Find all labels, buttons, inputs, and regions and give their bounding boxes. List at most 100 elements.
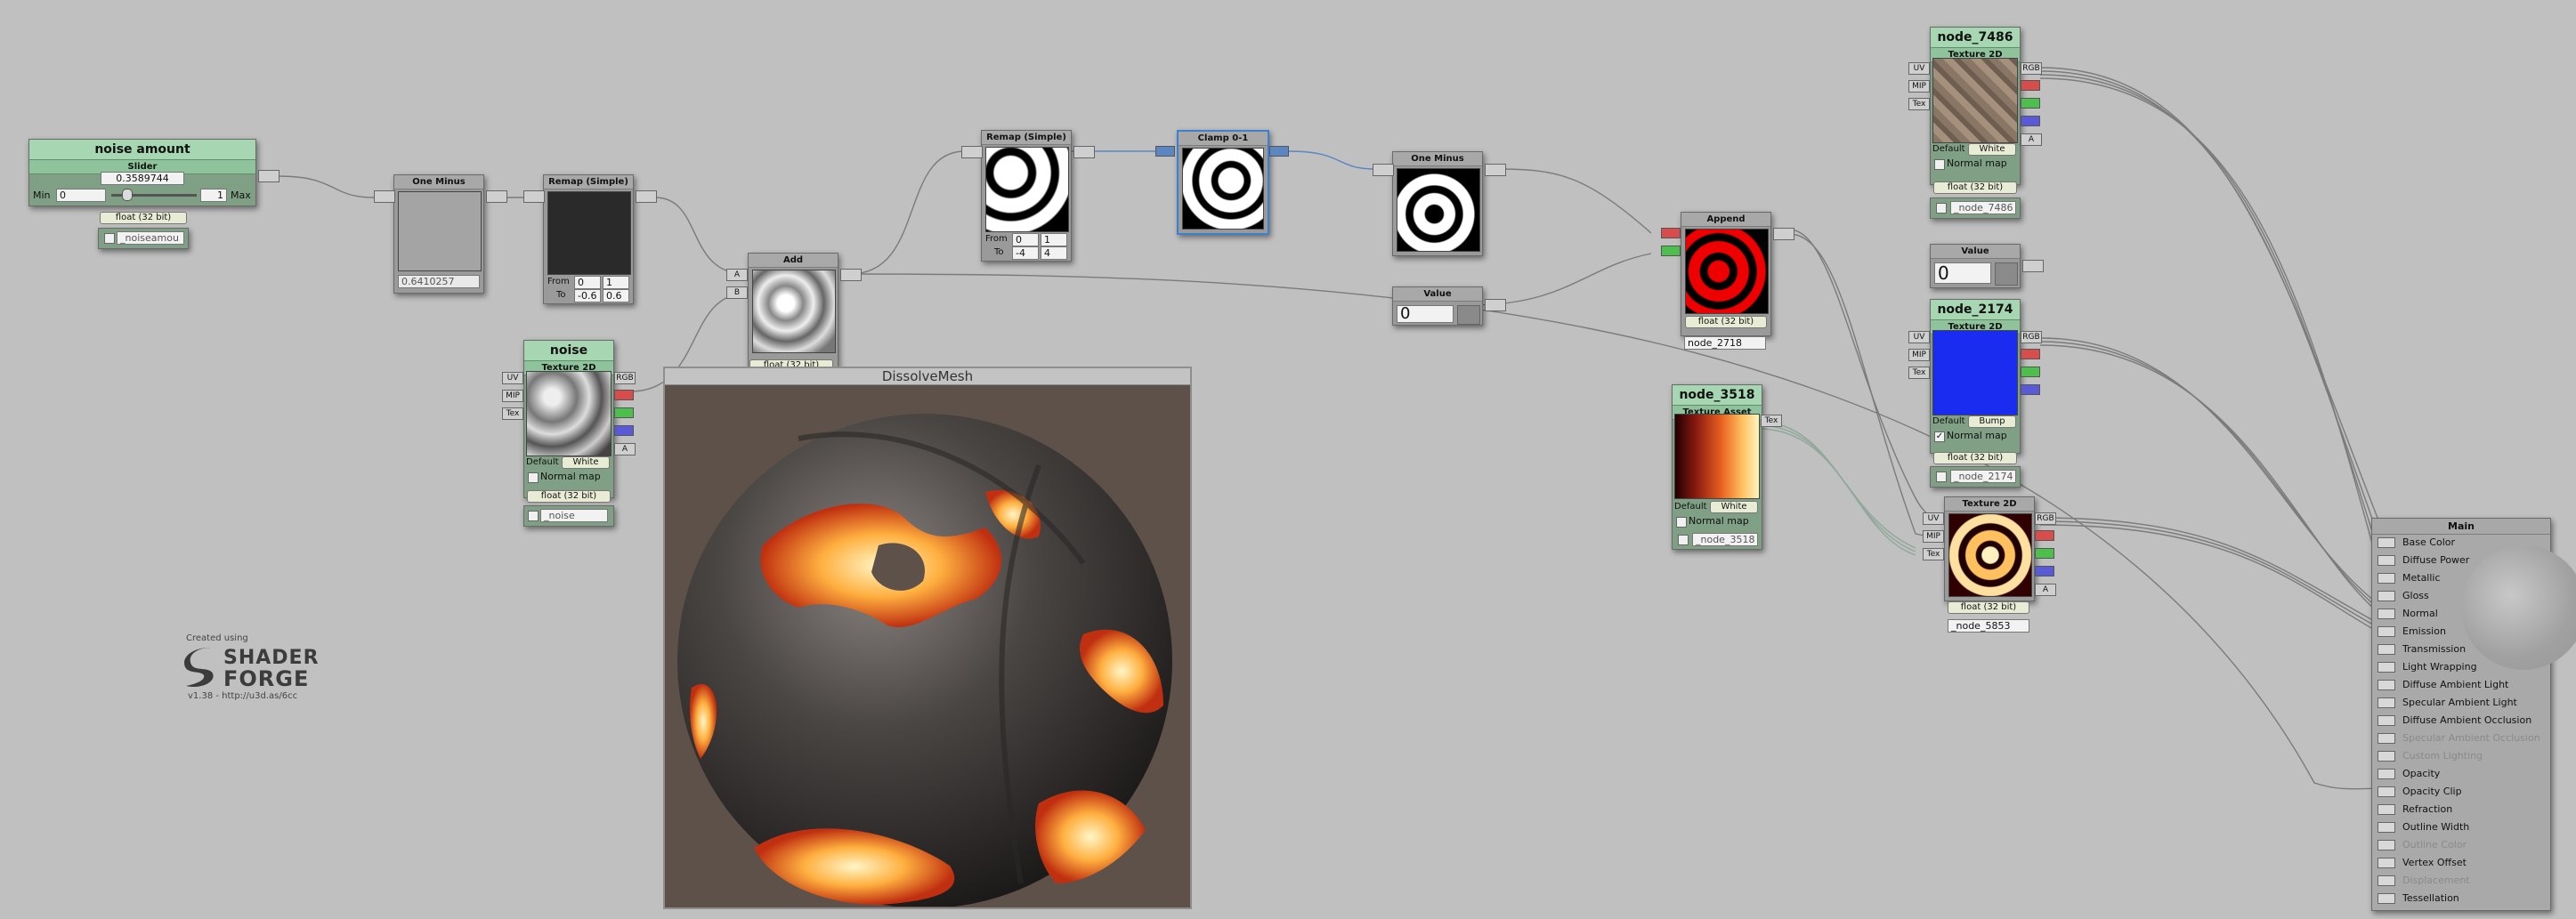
main-input-port[interactable] [2378,804,2395,815]
to-a-field[interactable]: -0.6 [574,289,601,302]
main-input-port[interactable] [2378,537,2395,548]
expose-checkbox[interactable] [528,511,539,521]
main-input-row[interactable]: Light Wrapping [2372,659,2548,675]
normal-map-checkbox[interactable]: ✓ [1934,431,1945,442]
main-input-row[interactable]: Outline Width [2372,819,2548,835]
from-b-field[interactable]: 1 [603,276,629,289]
precision-dropdown[interactable]: float (32 bit) [1933,181,2017,194]
max-value-field[interactable]: 1 [200,189,227,202]
main-input-row[interactable]: Emission [2372,624,2548,640]
from-a-field[interactable]: 0 [574,276,601,289]
value-field[interactable]: 0 [1934,262,1991,284]
noise-texture-node[interactable]: noise Texture 2D Default White Normal ma… [523,340,614,498]
g-port[interactable] [2035,548,2054,559]
input-port[interactable] [374,190,395,203]
normal-map-checkbox[interactable] [1934,159,1945,170]
preview-sphere[interactable] [665,385,1190,908]
main-input-port[interactable] [2378,573,2395,584]
main-input-port[interactable] [2378,697,2395,708]
input-port[interactable] [1155,146,1175,157]
a-port[interactable]: A [614,443,636,455]
append-node[interactable]: Append float (32 bit) [1681,212,1771,336]
main-input-row[interactable]: Displacement [2372,873,2548,889]
uv-port[interactable]: UV [1908,331,1930,343]
main-input-port[interactable] [2378,733,2395,744]
main-input-row[interactable]: Base Color [2372,535,2548,551]
main-input-port[interactable] [2378,591,2395,601]
normal-map-checkbox[interactable] [528,472,539,483]
uv-port[interactable]: UV [502,372,523,384]
main-input-port[interactable] [2378,555,2395,566]
main-input-row[interactable]: Tessellation [2372,891,2548,907]
texture-2d-node-5853[interactable]: Texture 2D [1944,496,2035,601]
main-input-row[interactable]: Opacity Clip [2372,784,2548,800]
mip-port[interactable]: MIP [1923,530,1944,543]
value-node-2[interactable]: Value 0 [1930,244,2021,288]
main-input-port[interactable] [2378,715,2395,726]
precision-dropdown[interactable]: float (32 bit) [100,212,187,224]
default-dropdown[interactable]: White [1968,143,2016,156]
g-port[interactable] [2021,367,2040,377]
input-port[interactable] [523,190,545,203]
g-port[interactable] [614,407,634,418]
remap-node[interactable]: Remap (Simple) From 0 1 To -0.6 0.6 [543,174,634,304]
tex-port[interactable]: Tex [1908,98,1930,110]
precision-dropdown[interactable]: float (32 bit) [527,490,611,503]
texture-asset-node[interactable]: node_3518 Texture Asset Default White No… [1672,384,1762,550]
uv-port[interactable]: UV [1923,512,1944,525]
rgb-port[interactable]: RGB [614,372,636,384]
precision-dropdown[interactable]: float (32 bit) [1685,316,1767,328]
main-input-row[interactable]: Transmission [2372,641,2548,657]
b-input-port[interactable]: B [726,286,748,299]
one-minus-node[interactable]: One Minus 0.6410257 [393,174,484,294]
texture-2d-node-2174[interactable]: node_2174 Texture 2D Default Bump ✓ Norm… [1930,299,2021,454]
node-name-field[interactable]: node_2718 [1684,336,1766,350]
value-drag-handle[interactable] [1457,305,1480,325]
rgb-port[interactable]: RGB [2021,331,2042,343]
expose-checkbox[interactable] [1678,535,1689,545]
to-a-field[interactable]: -4 [1012,246,1039,260]
mip-port[interactable]: MIP [502,390,523,402]
output-port[interactable] [636,190,657,203]
clamp-node[interactable]: Clamp 0-1 [1177,130,1269,235]
main-input-row[interactable]: Opacity [2372,766,2548,782]
a-port[interactable]: A [2035,584,2056,596]
rgb-port[interactable]: RGB [2021,62,2042,75]
normal-map-checkbox[interactable] [1676,517,1687,528]
value-drag-handle[interactable] [1995,262,2018,286]
output-port[interactable] [840,269,862,281]
b-port[interactable] [2035,566,2054,576]
to-b-field[interactable]: 4 [1041,246,1067,260]
output-port[interactable] [1773,228,1794,240]
main-input-row[interactable]: Normal [2372,606,2548,622]
property-name-field[interactable]: _noise [540,509,608,522]
b-port[interactable] [2021,384,2040,395]
from-a-field[interactable]: 0 [1012,233,1039,246]
main-input-row[interactable]: Specular Ambient Light [2372,695,2548,711]
main-input-port[interactable] [2378,662,2395,673]
slider-thumb[interactable] [122,189,133,201]
main-input-row[interactable]: Refraction [2372,802,2548,818]
b-port[interactable] [2021,116,2040,126]
output-port[interactable] [1269,146,1289,157]
input-port[interactable] [961,146,983,158]
main-input-port[interactable] [2378,680,2395,690]
value-field[interactable]: 0 [1397,305,1454,323]
expose-checkbox[interactable] [104,233,115,244]
main-input-row[interactable]: Outline Color [2372,837,2548,853]
value-node[interactable]: Value 0 [1392,286,1483,326]
node-name-field[interactable]: _node_5853 [1948,619,2029,633]
main-input-port[interactable] [2378,786,2395,797]
main-input-row[interactable]: Specular Ambient Occlusion [2372,730,2548,746]
uv-port[interactable]: UV [1908,62,1930,75]
r-port[interactable] [2021,80,2040,91]
tex-output-port[interactable]: Tex [1761,415,1782,427]
main-input-port[interactable] [2378,822,2395,833]
output-port[interactable] [1073,146,1095,158]
property-name-field[interactable]: _noiseamou [117,231,184,245]
add-node[interactable]: Add [748,253,838,368]
r-port[interactable] [2021,349,2040,359]
main-input-port[interactable] [2378,751,2395,762]
g-port[interactable] [2021,98,2040,109]
default-dropdown[interactable]: Bump [1968,415,2016,428]
